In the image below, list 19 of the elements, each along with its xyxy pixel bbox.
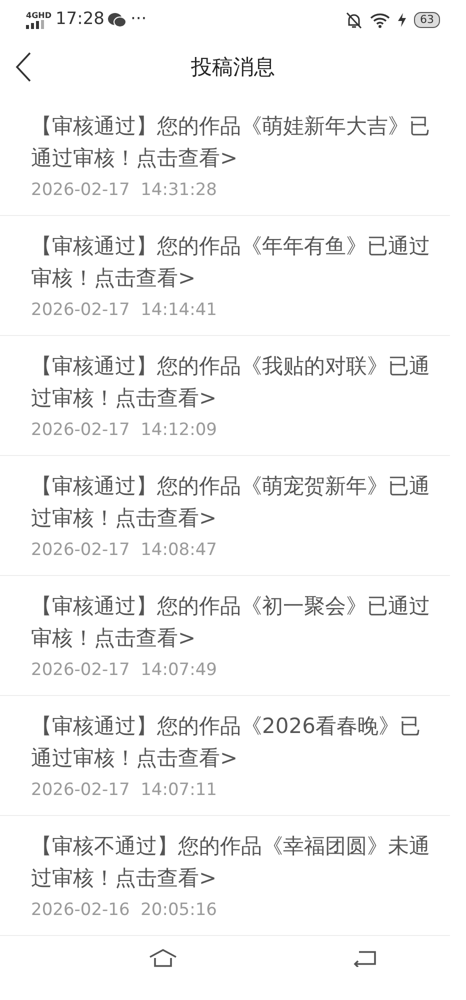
more-indicator: ··· bbox=[130, 8, 147, 32]
message-link[interactable]: 【审核通过】您的作品《初一聚会》已通过审核！点击查看> bbox=[31, 590, 430, 654]
message-time: 2026-02-16 20:05:16 bbox=[31, 899, 218, 922]
message-time: 2026-02-17 14:08:47 bbox=[31, 539, 218, 562]
battery-level: 63 bbox=[414, 12, 440, 28]
message-link[interactable]: 【审核通过】您的作品《2026看春晚》已通过审核！点击查看> bbox=[31, 710, 430, 774]
message-time: 2026-02-17 14:31:28 bbox=[31, 179, 218, 202]
message-time: 2026-02-17 14:07:11 bbox=[31, 779, 218, 802]
message-link[interactable]: 【审核通过】您的作品《我贴的对联》已通过审核！点击查看> bbox=[31, 350, 430, 414]
message-link[interactable]: 【审核通过】您的作品《年年有鱼》已通过审核！点击查看> bbox=[31, 230, 430, 294]
message-link[interactable]: 【审核通过】您的作品《萌宠贺新年》已通过审核！点击查看> bbox=[31, 470, 430, 534]
message-time: 2026-02-17 14:07:49 bbox=[31, 659, 218, 682]
message-link[interactable]: 【审核通过】您的作品《萌娃新年大吉》已通过审核！点击查看> bbox=[31, 110, 430, 174]
clock-time: 17:28 bbox=[55, 8, 104, 32]
message-time: 2026-02-17 14:14:41 bbox=[31, 299, 218, 322]
page-title: 投稿消息 bbox=[191, 54, 275, 82]
message-time: 2026-02-17 14:12:09 bbox=[31, 419, 218, 442]
message-link[interactable]: 【审核不通过】您的作品《幸福团圆》未通过审核！点击查看> bbox=[31, 830, 430, 894]
network-label: 4GHD bbox=[26, 11, 52, 20]
